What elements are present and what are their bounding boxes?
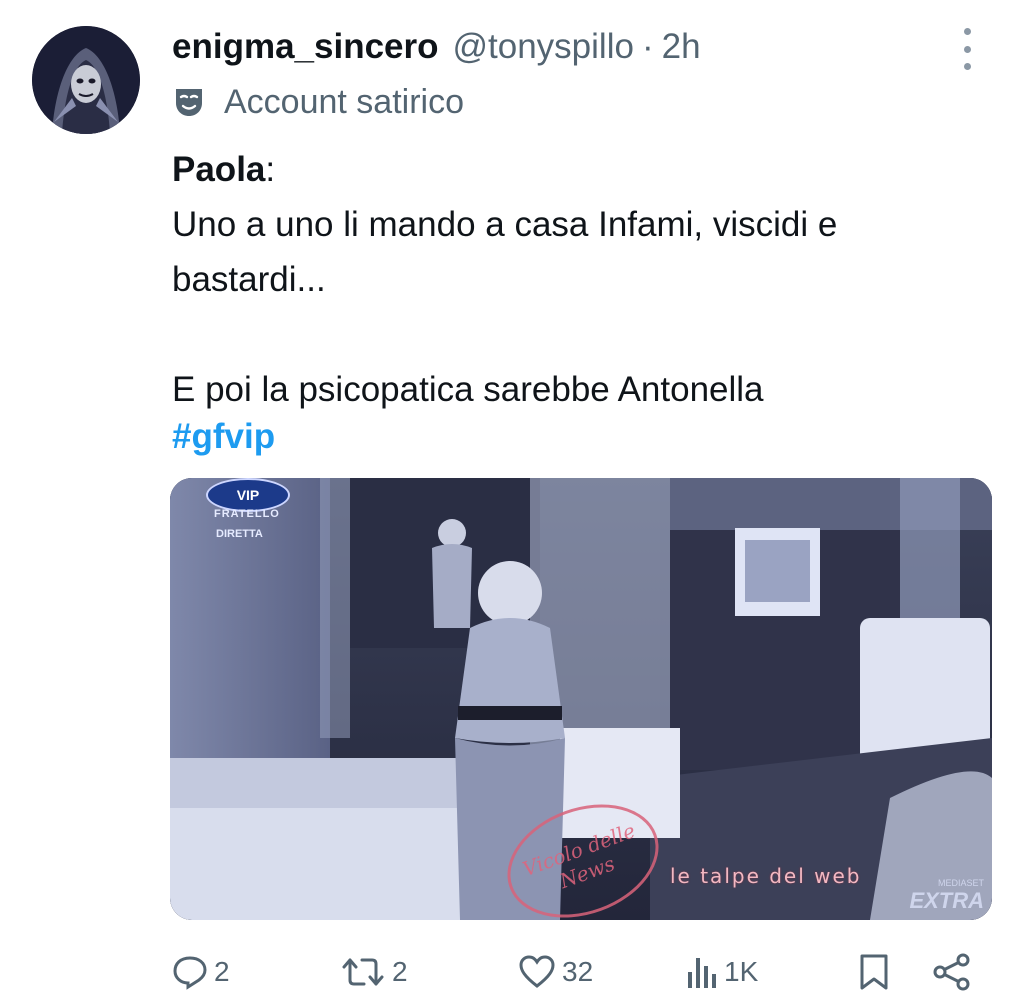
heart-icon <box>519 955 555 988</box>
speaker-name: Paola <box>172 150 266 189</box>
like-button[interactable]: 32 <box>518 946 593 998</box>
tweet-text-line: Uno a uno li mando a casa Infami, viscid… <box>172 205 838 299</box>
account-label-text: Account satirico <box>224 82 464 121</box>
tweet-actions: 2 2 32 1K <box>0 946 1024 998</box>
reply-icon <box>173 956 207 990</box>
views-count: 1K <box>724 956 759 987</box>
hashtag-link[interactable]: #gfvip <box>172 412 275 462</box>
more-dot <box>963 45 971 53</box>
display-name[interactable]: enigma_sincero <box>172 27 439 67</box>
speaker-colon: : <box>265 150 276 189</box>
share-icon <box>933 953 970 991</box>
watermark-text: le talpe del web <box>670 864 862 888</box>
channel-logo-small: MEDIASET <box>937 878 984 888</box>
tweet[interactable]: enigma_sincero @tonyspillo · 2h Account … <box>0 0 1024 1008</box>
tweet-header: enigma_sincero @tonyspillo · 2h <box>172 22 701 72</box>
theater-mask-icon <box>176 89 202 116</box>
bookmark-button[interactable] <box>858 946 890 998</box>
reply-button[interactable]: 2 <box>172 946 230 998</box>
timestamp[interactable]: 2h <box>662 27 701 67</box>
broadcast-show-text: FRATELLO <box>214 508 280 520</box>
repost-count: 2 <box>392 956 408 987</box>
tweet-media-image[interactable]: VIP FRATELLO DIRETTA Vicolo delle News l… <box>170 478 992 920</box>
tweet-text: Paola: Uno a uno li mando a casa Infami,… <box>172 142 992 417</box>
more-dot <box>963 28 971 35</box>
bookmark-icon <box>860 954 888 990</box>
more-dot <box>963 63 971 70</box>
share-button[interactable] <box>932 946 972 998</box>
channel-logo-text: EXTRA <box>909 888 984 913</box>
avatar[interactable] <box>32 26 140 134</box>
broadcast-logo-text: VIP <box>236 487 260 503</box>
broadcast-live-text: DIRETTA <box>216 528 263 540</box>
account-label[interactable]: Account satirico <box>172 80 464 124</box>
tweet-text-line: E poi la psicopatica sarebbe Antonella <box>172 370 764 409</box>
repost-button[interactable]: 2 <box>340 946 408 998</box>
separator-dot: · <box>641 27 654 66</box>
reply-count: 2 <box>214 956 230 987</box>
views-button[interactable]: 1K <box>686 946 758 998</box>
more-options-icon[interactable] <box>952 28 982 70</box>
user-handle[interactable]: @tonyspillo <box>453 27 634 67</box>
broadcast-logo: VIP FRATELLO DIRETTA <box>200 478 292 548</box>
repost-icon <box>342 958 384 986</box>
channel-logo: MEDIASET EXTRA <box>909 878 984 914</box>
hooded-figure-avatar-image <box>32 26 140 134</box>
views-bar-chart-icon <box>688 958 716 988</box>
like-count: 32 <box>562 956 594 987</box>
